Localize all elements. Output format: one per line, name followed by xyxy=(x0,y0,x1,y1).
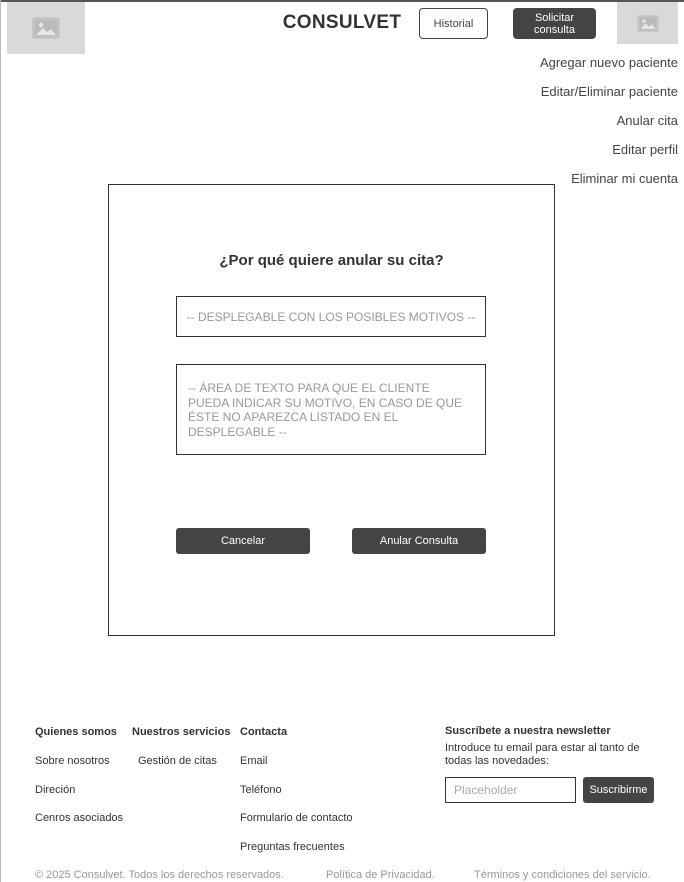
cancel-appointment-dialog: ¿Por qué quiere anular su cita? -- DESPL… xyxy=(108,184,555,636)
terms-link[interactable]: Términos y condiciones del servicio. xyxy=(474,869,651,881)
history-button[interactable]: Historial xyxy=(419,8,488,39)
reason-textarea[interactable]: -- ÁREA DE TEXTO PARA QUE EL CLIENTE PUE… xyxy=(176,364,486,455)
footer-link-email[interactable]: Email xyxy=(240,754,353,768)
image-icon xyxy=(637,14,658,32)
dialog-title: ¿Por qué quiere anular su cita? xyxy=(219,252,444,269)
request-consultation-button[interactable]: Solicitar consulta xyxy=(513,8,596,39)
menu-item-delete-account[interactable]: Eliminar mi cuenta xyxy=(540,171,678,200)
newsletter-description: Introduce tu email para estar al tanto d… xyxy=(445,742,640,767)
annul-consultation-button[interactable]: Anular Consulta xyxy=(352,528,486,554)
footer-heading: Contacta xyxy=(240,726,288,738)
privacy-policy-link[interactable]: Política de Privacidad. xyxy=(326,869,435,881)
account-menu: Agregar nuevo paciente Editar/Eliminar p… xyxy=(540,55,678,200)
footer-link-phone[interactable]: Teléfono xyxy=(240,783,353,797)
logo-image-placeholder[interactable] xyxy=(7,2,85,54)
footer-link-about-us[interactable]: Sobre nosotros xyxy=(35,754,123,768)
brand-title[interactable]: CONSULVET xyxy=(283,12,401,33)
footer-link-centers[interactable]: Cenros asociados xyxy=(35,811,123,825)
footer-column-services: Nuestros servicios Gestión de citas xyxy=(132,725,230,783)
newsletter-title: Suscríbete a nuestra newsletter xyxy=(445,725,611,737)
subscribe-button[interactable]: Suscribirme xyxy=(583,777,654,803)
footer-column-contact: Contacta Email Teléfono Formulario de co… xyxy=(240,725,353,868)
footer-heading: Nuestros servicios xyxy=(132,726,231,738)
copyright-text: © 2025 Consulvet. Todos los derechos res… xyxy=(35,869,284,881)
top-border xyxy=(0,0,684,2)
menu-item-edit-patient[interactable]: Editar/Eliminar paciente xyxy=(540,84,678,113)
footer-link-appointments[interactable]: Gestión de citas xyxy=(132,754,230,768)
footer-heading: Quienes somos xyxy=(35,726,117,738)
menu-item-cancel-appointment[interactable]: Anular cita xyxy=(540,113,678,142)
footer-link-faq[interactable]: Preguntas frecuentes xyxy=(240,840,353,854)
cancel-button[interactable]: Cancelar xyxy=(176,528,310,554)
footer-link-contact-form[interactable]: Formulario de contacto xyxy=(240,811,353,825)
menu-item-add-patient[interactable]: Agregar nuevo paciente xyxy=(540,55,678,84)
image-icon xyxy=(32,17,60,39)
reason-dropdown[interactable]: -- DESPLEGABLE CON LOS POSIBLES MOTIVOS … xyxy=(176,296,486,337)
footer-link-address[interactable]: Direción xyxy=(35,783,123,797)
avatar-image-placeholder[interactable] xyxy=(617,2,678,44)
menu-item-edit-profile[interactable]: Editar perfil xyxy=(540,142,678,171)
newsletter-email-input[interactable]: Placeholder xyxy=(445,777,576,803)
footer-column-about: Quienes somos Sobre nosotros Direción Ce… xyxy=(35,725,123,840)
left-border xyxy=(0,0,1,882)
